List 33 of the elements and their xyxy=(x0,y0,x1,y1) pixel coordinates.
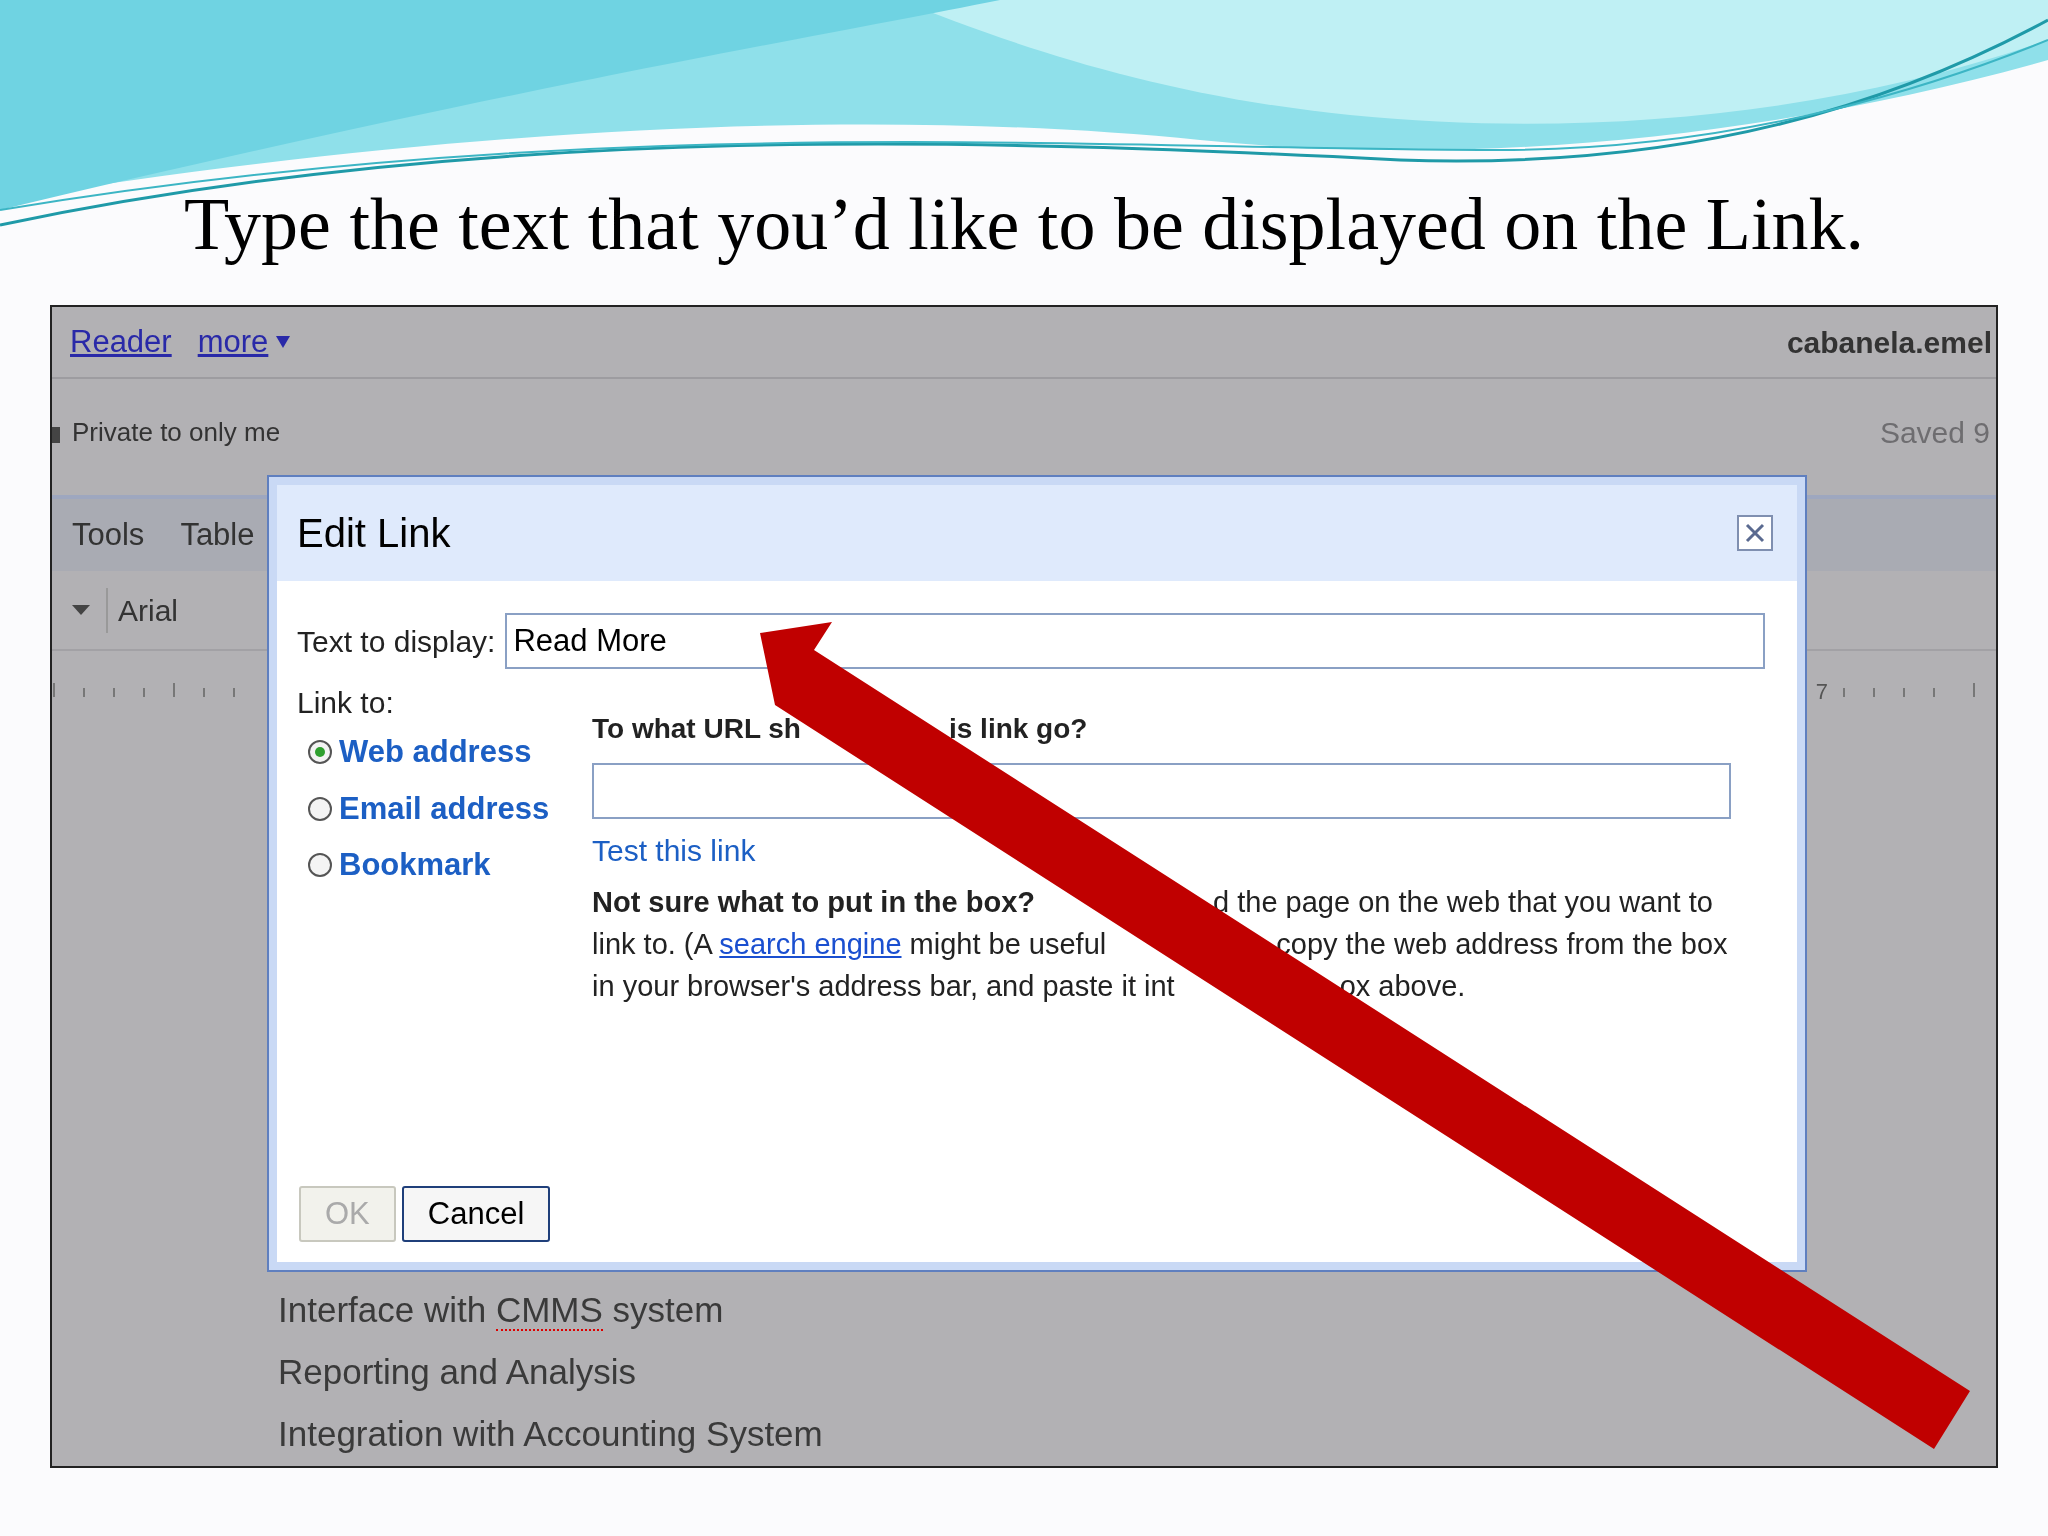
menu-item[interactable]: Tools xyxy=(72,511,145,559)
top-link[interactable]: more xyxy=(197,318,291,366)
help-text: copy the web address from the box xyxy=(1276,927,1728,962)
top-link[interactable]: Reader xyxy=(70,318,172,366)
dialog-title: Edit Link xyxy=(297,510,451,557)
privacy-label: Private to only me xyxy=(72,415,281,449)
link-to-label: Link to: xyxy=(297,685,395,721)
dialog-button[interactable]: Cancel xyxy=(401,1186,551,1242)
text-to-display-label: Text to display: xyxy=(297,623,496,660)
help-text: might be useful xyxy=(908,927,1107,962)
slide-title: Type the text that you’d like to be displayed on the Link. xyxy=(184,182,1864,267)
link-type-radio[interactable]: Web address xyxy=(307,729,592,776)
account-name: cabanela.emel xyxy=(1786,324,1993,361)
dropdown-caret-icon xyxy=(72,605,90,615)
close-button[interactable] xyxy=(1737,515,1773,551)
search-engine-link[interactable]: search engine xyxy=(719,923,902,965)
ruler-number: 7 xyxy=(1815,677,1828,706)
menu-item[interactable]: Table xyxy=(180,511,255,559)
link-type-radio[interactable]: Bookmark xyxy=(307,842,592,889)
help-text: in your browser's address bar, and paste it int xyxy=(592,969,1175,1004)
document-line: Integration with Accounting System xyxy=(278,1413,824,1455)
test-link[interactable]: Test this link xyxy=(592,831,756,871)
save-status: Saved 9 xyxy=(1879,414,1991,451)
help-text: link to. (A xyxy=(592,927,713,962)
font-dropdown[interactable]: Arial xyxy=(72,587,178,633)
url-question: is link go? xyxy=(948,712,1088,746)
help-text: Not sure what to put in the box? xyxy=(592,885,1036,920)
url-question: To what URL sh xyxy=(592,712,801,746)
document-line: Interface with CMMS system xyxy=(278,1289,725,1333)
close-icon xyxy=(1744,522,1766,544)
text-to-display-field[interactable]: Read More xyxy=(505,613,1765,669)
document-line: Reporting and Analysis xyxy=(278,1351,637,1393)
link-type-radio[interactable]: Email address xyxy=(307,785,592,832)
